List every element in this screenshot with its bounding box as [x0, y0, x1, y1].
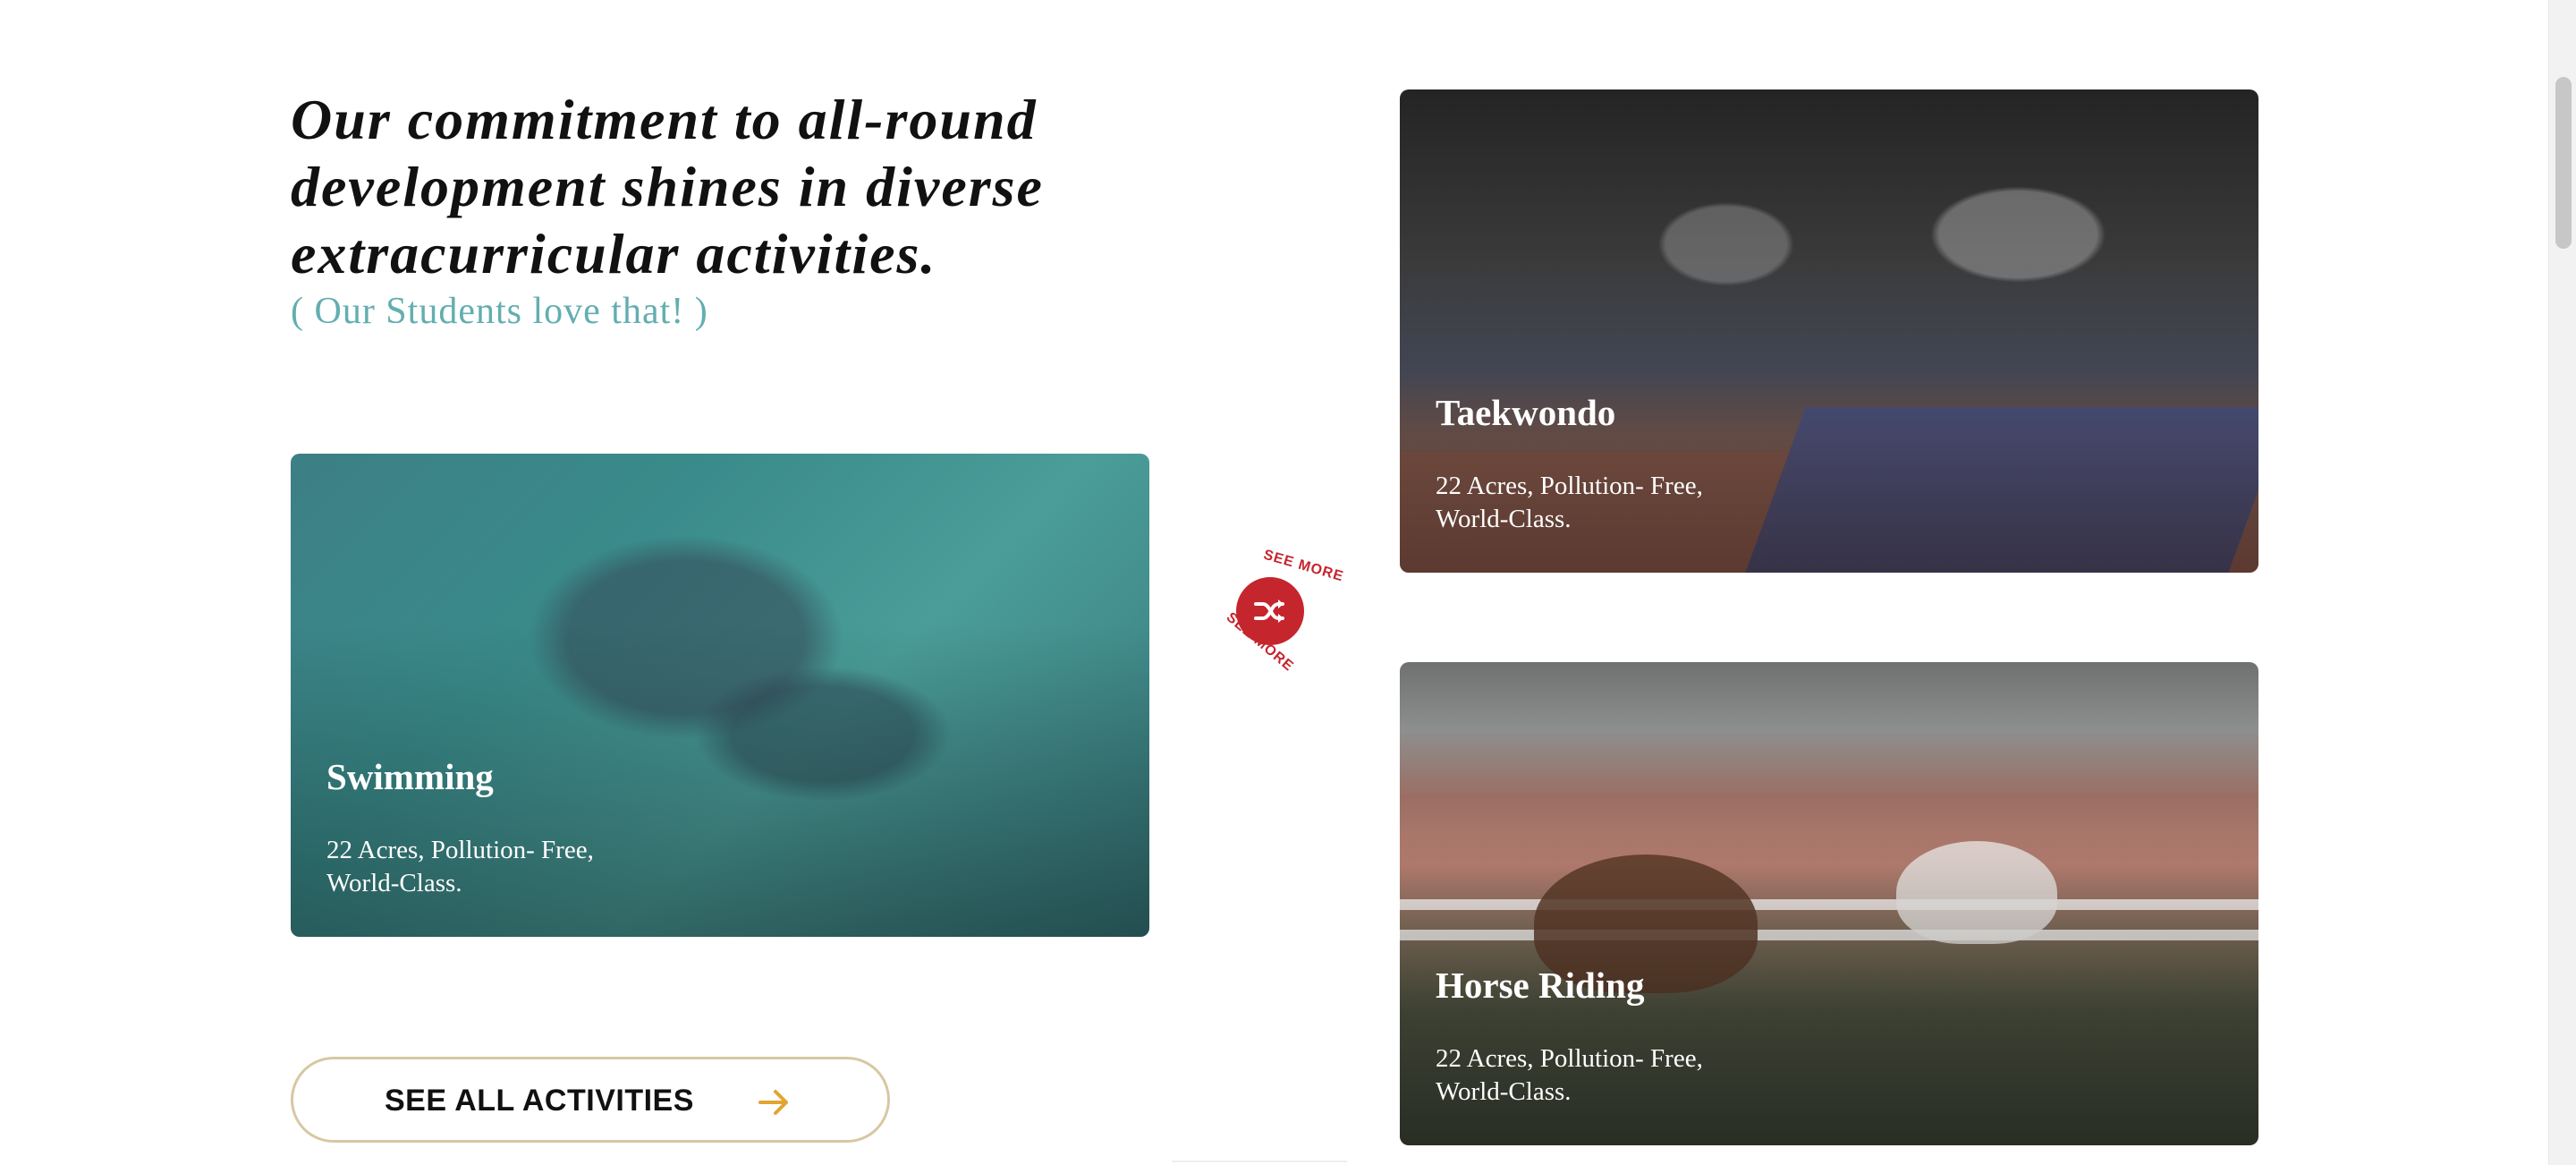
vertical-scrollbar[interactable]	[2548, 0, 2576, 1165]
arrow-right-icon	[758, 1090, 788, 1115]
activities-section: Our commitment to all-round development …	[0, 0, 2576, 1165]
activity-description: 22 Acres, Pollution- Free, World-Class.	[326, 836, 594, 897]
section-subheadline: ( Our Students love that! )	[291, 291, 708, 332]
scrollbar-thumb[interactable]	[2555, 77, 2572, 249]
shuffle-circle	[1236, 577, 1304, 645]
activity-title: Swimming	[326, 756, 494, 797]
see-all-activities-label: SEE ALL ACTIVITIES	[385, 1084, 694, 1118]
activity-description: 22 Acres, Pollution- Free, World-Class.	[1436, 1044, 1703, 1106]
activity-description: 22 Acres, Pollution- Free, World-Class.	[1436, 472, 1703, 533]
activity-title: Horse Riding	[1436, 965, 1645, 1006]
section-headline: Our commitment to all-round development …	[291, 88, 1044, 285]
activity-title: Taekwondo	[1436, 392, 1616, 433]
shuffle-icon	[1254, 600, 1284, 623]
activity-card-taekwondo[interactable]: Taekwondo 22 Acres, Pollution- Free, Wor…	[1400, 89, 2258, 573]
bottom-divider-fragment	[1172, 1161, 1347, 1165]
activity-card-swimming[interactable]: Swimming 22 Acres, Pollution- Free, Worl…	[291, 454, 1149, 937]
see-more-shuffle-button[interactable]: SEE MORE SEE MORE	[1212, 548, 1345, 675]
activity-card-horse-riding[interactable]: Horse Riding 22 Acres, Pollution- Free, …	[1400, 662, 2258, 1145]
see-all-activities-button[interactable]: SEE ALL ACTIVITIES	[291, 1057, 890, 1143]
